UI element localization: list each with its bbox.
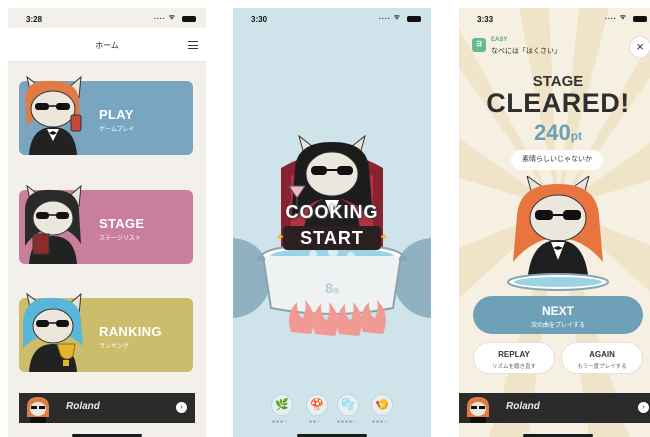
ingredient-progress: ●●●– [272, 419, 288, 425]
praise-bubble: 素晴らしいじゃないか [511, 150, 603, 170]
start-title: START [300, 228, 364, 248]
again-label: AGAIN [589, 350, 615, 359]
score: 240pt [459, 120, 650, 146]
status-time: 3:33 [477, 15, 494, 24]
play-button[interactable]: PLAY ゲームプレイ [19, 75, 193, 155]
ingredient-progress: ●●●●– [337, 419, 357, 425]
ranking-sublabel: ランキング [99, 344, 129, 350]
cooking-screen: 3:30 .... ᯤ COOKING START ✦ ✦ 8/8 🌿 ●●●–… [233, 8, 431, 437]
status-time: 3:30 [251, 15, 268, 24]
song-title: なべには「はくさい」 [491, 48, 561, 55]
measure-count: 8 [325, 280, 333, 296]
score-value: 240 [533, 120, 571, 145]
ingredient-progress: ●●– [309, 419, 321, 425]
stage-label: STAGE [99, 216, 145, 231]
status-bar: 3:28 .... ᯤ [8, 8, 206, 28]
measure-total: /8 [332, 288, 339, 295]
chevron-right-icon[interactable]: › [176, 402, 187, 413]
ingredient-shrimp-icon: 🍤 [371, 394, 393, 416]
replay-label: REPLAY [498, 350, 530, 359]
measure-counter: 8/8 [233, 280, 431, 296]
cat-with-book-icon [25, 184, 82, 264]
banner-brand: Roland [66, 401, 100, 412]
sparkle-icon: ✦ [275, 230, 286, 244]
banner-cat-icon [27, 397, 49, 423]
cat-with-phone-icon [25, 75, 82, 155]
ingredient-herb-icon: 🌿 [271, 394, 293, 416]
play-label: PLAY [99, 107, 134, 122]
replay-sublabel: リズムを聴き直す [491, 364, 536, 370]
signal-icon: .... ᯤ [153, 14, 176, 21]
result-screen: 3:33 .... ᯤ ヨ EASY なべには「はくさい」 × STAGE CL… [459, 8, 650, 437]
roland-banner[interactable]: Roland › [19, 393, 195, 423]
stage-sublabel: ステージリスト [99, 236, 141, 242]
page-title: ホーム [95, 41, 119, 50]
home-screen: 3:28 .... ᯤ ホーム PLAY ゲームプレイ STAGE ステージリス… [8, 8, 206, 437]
score-unit: pt [570, 129, 583, 143]
play-sublabel: ゲームプレイ [99, 127, 135, 133]
status-bar: 3:30 .... ᯤ [233, 8, 431, 28]
status-time: 3:28 [26, 15, 43, 24]
banner-cat-icon [467, 397, 489, 423]
sparkle-icon: ✦ [379, 230, 390, 244]
next-button[interactable]: NEXT 次の曲をプレイする [473, 296, 643, 334]
next-sublabel: 次の曲をプレイする [530, 323, 585, 329]
next-label: NEXT [541, 304, 574, 318]
signal-icon: .... ᯤ [604, 14, 627, 21]
status-bar: 3:33 .... ᯤ [459, 8, 650, 28]
cooking-title: COOKING [285, 202, 379, 222]
replay-button[interactable]: REPLAY リズムを聴き直す [473, 342, 555, 374]
cleared-label: CLEARED! [486, 88, 630, 118]
cat-with-trophy-icon [23, 292, 83, 372]
difficulty-badge: ヨ [472, 38, 486, 52]
ranking-button[interactable]: RANKING ランキング [19, 292, 193, 372]
nav-header: ホーム [8, 28, 206, 62]
battery-icon [407, 16, 421, 22]
ranking-label: RANKING [99, 324, 162, 339]
signal-icon: .... ᯤ [378, 14, 401, 21]
cat-character [507, 176, 609, 291]
ingredient-progress: ●●●– [372, 419, 388, 425]
roland-banner[interactable]: Roland › [459, 393, 650, 423]
menu-icon[interactable] [188, 41, 198, 49]
battery-icon [182, 16, 196, 22]
close-button[interactable]: × [629, 36, 650, 58]
difficulty-label: EASY [491, 37, 508, 43]
ingredient-mushroom-icon: 🍄 [306, 394, 328, 416]
again-button[interactable]: AGAIN もう一度プレイする [561, 342, 643, 374]
chevron-right-icon[interactable]: › [638, 402, 649, 413]
stage-button[interactable]: STAGE ステージリスト [19, 184, 193, 264]
again-sublabel: もう一度プレイする [577, 364, 627, 370]
ingredient-bubble-icon: 🫧 [337, 394, 359, 416]
battery-icon [633, 16, 647, 22]
banner-brand: Roland [506, 401, 540, 412]
